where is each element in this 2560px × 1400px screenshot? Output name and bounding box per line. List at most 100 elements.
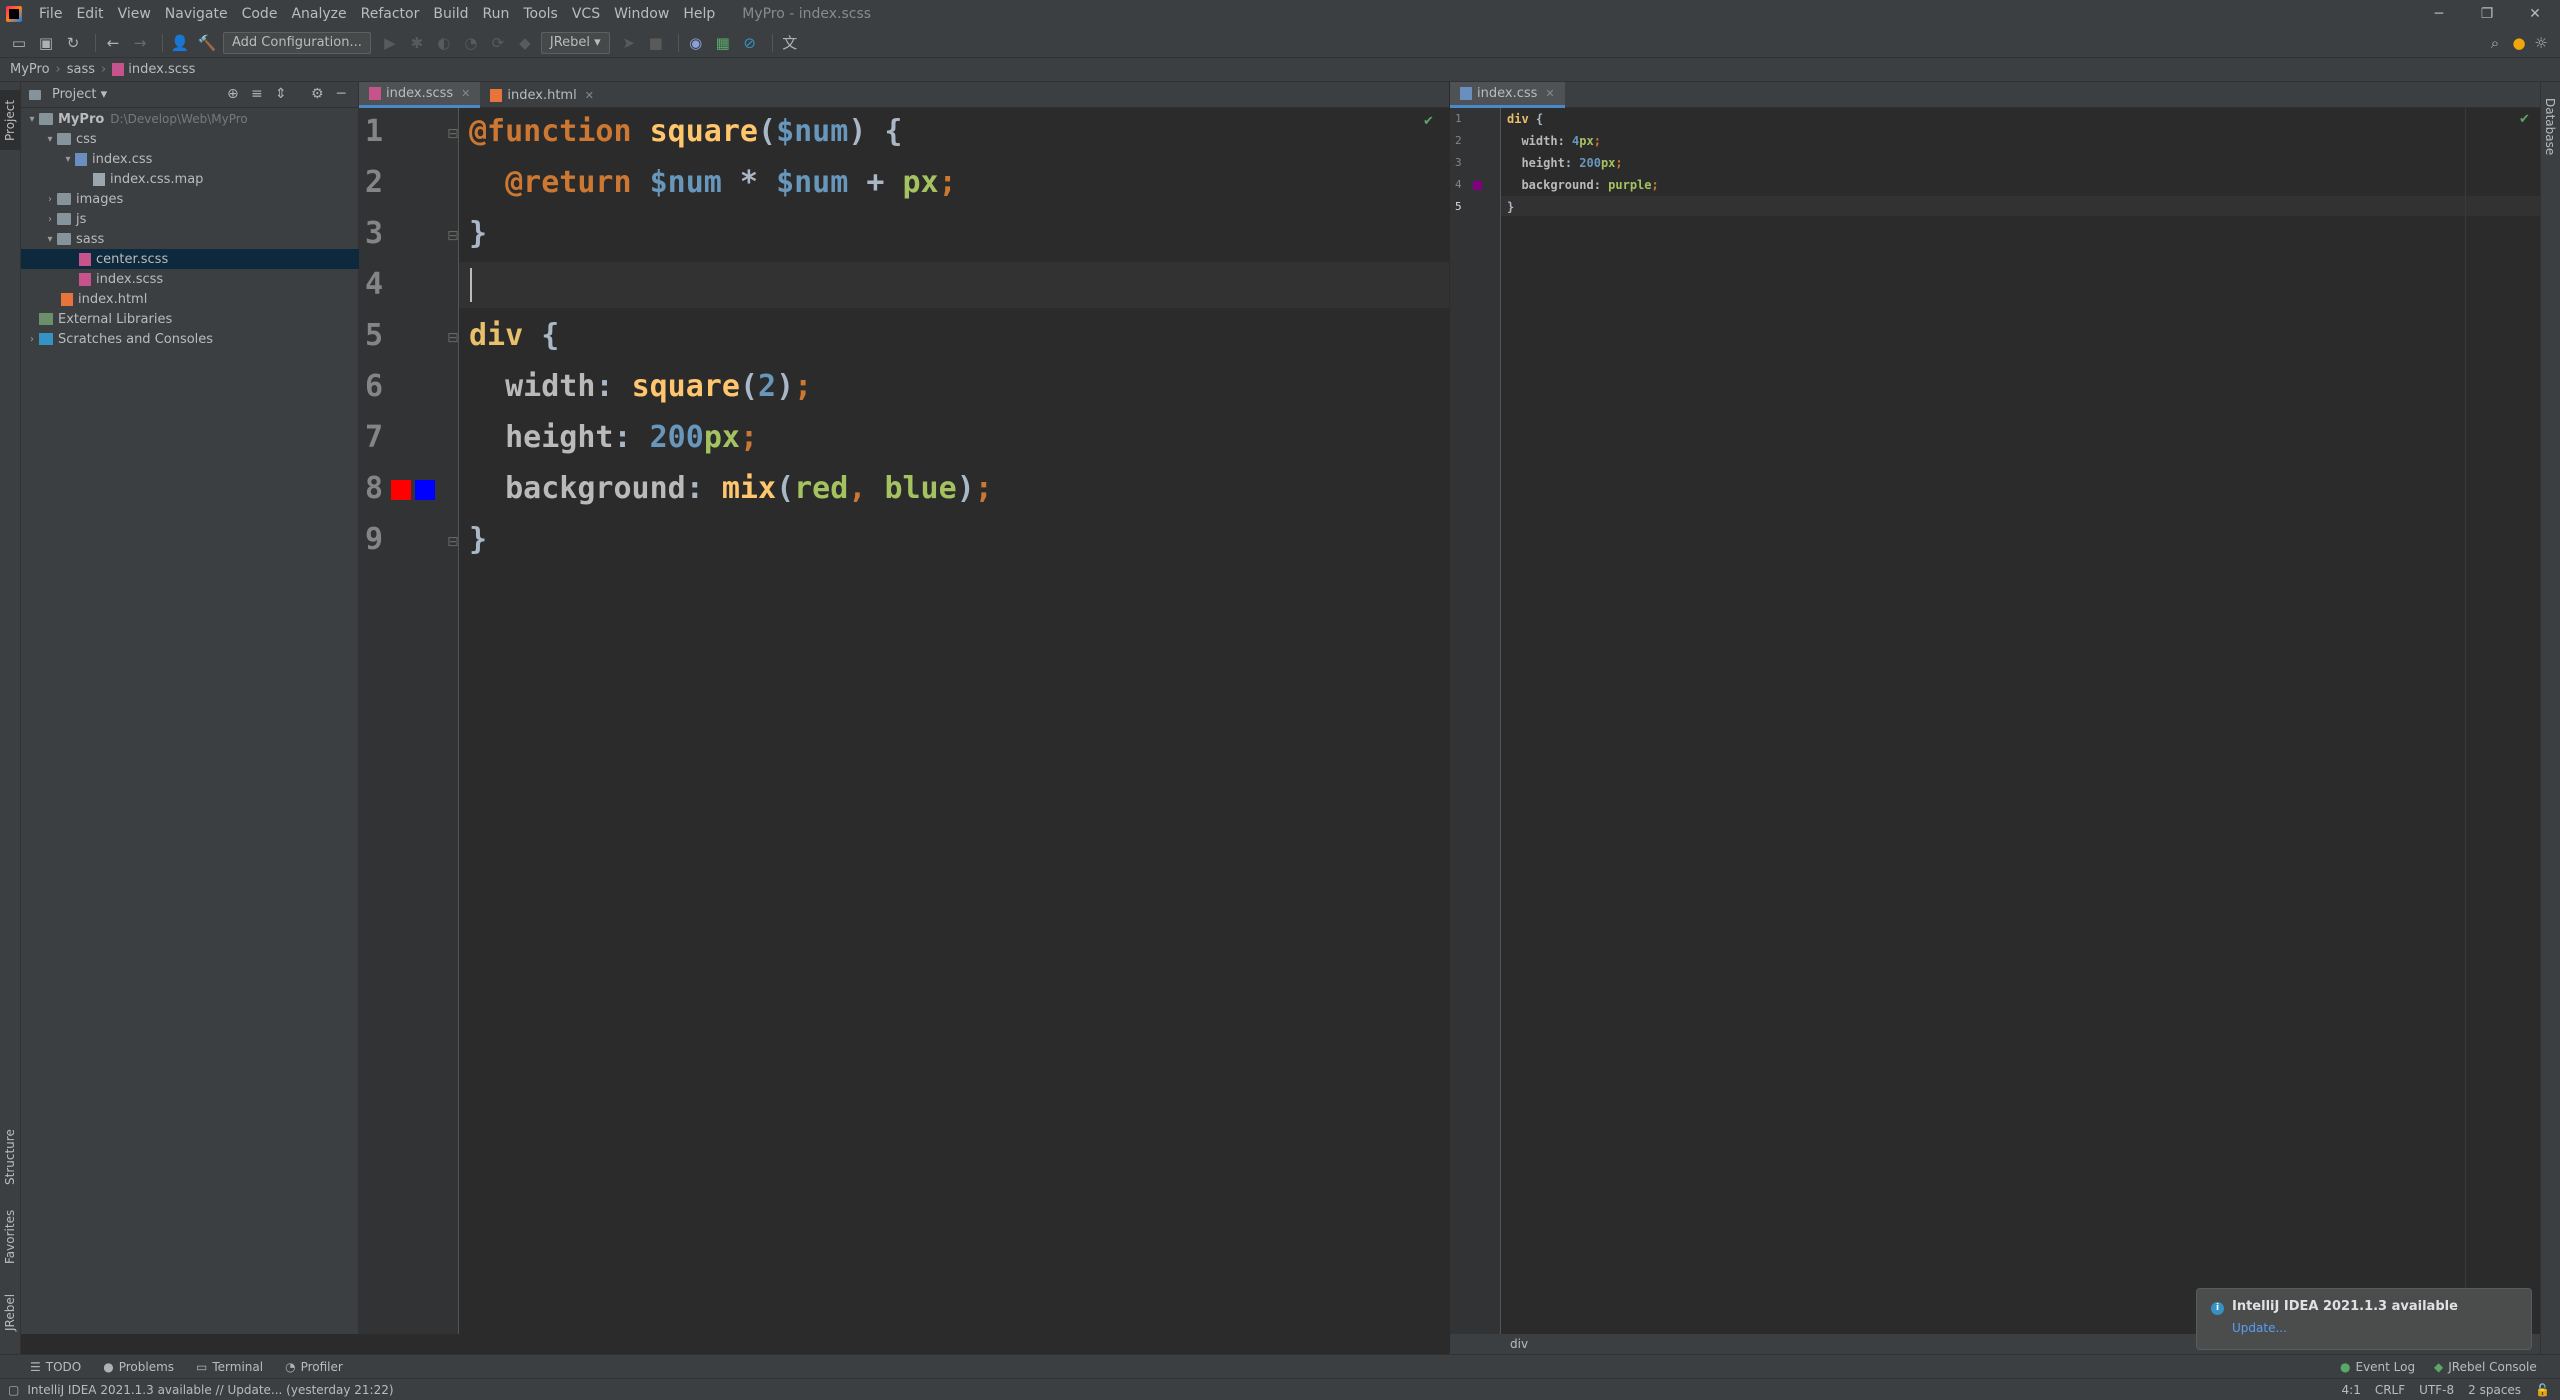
scss-editor[interactable]: ✔ 1 2 3 4 5 6 7 8 9 ⊟ ⊟ ⊟ ⊟ @function sq… xyxy=(359,108,1449,1334)
event-log-button[interactable]: ● Event Log xyxy=(2340,1360,2415,1374)
forward-arrow-icon[interactable]: → xyxy=(129,32,151,54)
menu-vcs[interactable]: VCS xyxy=(565,0,607,28)
tree-item-js[interactable]: › js xyxy=(21,209,359,229)
menu-tools[interactable]: Tools xyxy=(516,0,565,28)
chevron-right-icon[interactable]: › xyxy=(43,194,57,205)
terminal-tool-button[interactable]: ▭ Terminal xyxy=(196,1360,263,1374)
tree-item-index-css[interactable]: ▾ index.css xyxy=(21,149,359,169)
menu-refactor[interactable]: Refactor xyxy=(354,0,427,28)
problems-tool-button[interactable]: ● Problems xyxy=(103,1360,174,1374)
menu-view[interactable]: View xyxy=(111,0,158,28)
menu-file[interactable]: File xyxy=(32,0,69,28)
jrebel-tool-tab[interactable]: JRebel xyxy=(0,1282,21,1342)
menu-navigate[interactable]: Navigate xyxy=(158,0,235,28)
menu-edit[interactable]: Edit xyxy=(69,0,110,28)
ide-features-icon[interactable]: ☼ xyxy=(2530,32,2552,54)
menu-code[interactable]: Code xyxy=(235,0,285,28)
menu-run[interactable]: Run xyxy=(476,0,517,28)
chevron-right-icon[interactable]: › xyxy=(25,334,39,345)
css-editor[interactable]: ✔ 1 2 3 4 5 div { width: 4px; height: 20… xyxy=(1450,108,2541,1334)
fold-marker-icon[interactable]: ⊟ xyxy=(447,228,459,244)
tree-item-center-scss[interactable]: center.scss xyxy=(21,249,359,269)
tree-item-mypro[interactable]: ▾ MyPro D:\Develop\Web\MyPro xyxy=(21,109,359,129)
vcs-user-icon[interactable]: 👤 xyxy=(169,32,191,54)
breadcrumb-folder[interactable]: sass xyxy=(67,62,95,77)
update-badge-icon[interactable]: ● xyxy=(2508,32,2530,54)
no-problems-check-icon[interactable]: ✔ xyxy=(2519,112,2530,127)
favorites-tool-tab[interactable]: Favorites xyxy=(0,1202,21,1272)
collapse-all-icon[interactable]: ⇕ xyxy=(275,86,287,102)
back-arrow-icon[interactable]: ← xyxy=(102,32,124,54)
fold-marker-icon[interactable]: ⊟ xyxy=(447,126,459,142)
chevron-right-icon[interactable]: › xyxy=(43,214,57,225)
profile-icon[interactable]: ◔ xyxy=(460,32,482,54)
menu-help[interactable]: Help xyxy=(676,0,722,28)
tree-item-sass[interactable]: ▾ sass xyxy=(21,229,359,249)
update-link[interactable]: Update... xyxy=(2232,1321,2517,1335)
close-tab-icon[interactable]: ✕ xyxy=(461,87,470,100)
rerun-icon[interactable]: ⟳ xyxy=(487,32,509,54)
tree-item-external-libraries[interactable]: External Libraries xyxy=(21,309,359,329)
chevron-down-icon[interactable]: ▾ xyxy=(43,234,57,245)
status-message[interactable]: IntelliJ IDEA 2021.1.3 available // Upda… xyxy=(27,1383,393,1397)
close-tab-icon[interactable]: ✕ xyxy=(1545,87,1554,100)
tab-index-scss[interactable]: index.scss ✕ xyxy=(359,82,481,108)
profiler-tool-button[interactable]: ◔ Profiler xyxy=(285,1360,343,1374)
tab-index-html[interactable]: index.html ✕ xyxy=(480,82,604,108)
chevron-down-icon[interactable]: ▾ xyxy=(61,154,75,165)
tree-item-index-scss[interactable]: index.scss xyxy=(21,269,359,289)
lock-icon[interactable]: 🔓 xyxy=(2535,1383,2550,1397)
jrebel-dropdown[interactable]: JRebel ▾ xyxy=(540,31,610,54)
database-tool-tab[interactable]: Database xyxy=(2541,92,2560,162)
status-window-icon[interactable]: ▢ xyxy=(8,1383,19,1397)
tree-item-scratches[interactable]: › Scratches and Consoles xyxy=(21,329,359,349)
expand-all-icon[interactable]: ≡ xyxy=(251,86,263,102)
restore-icon[interactable]: ❐ xyxy=(2464,0,2510,28)
menu-build[interactable]: Build xyxy=(426,0,475,28)
gear-icon[interactable]: ⚙ xyxy=(311,86,324,102)
line-separator[interactable]: CRLF xyxy=(2375,1383,2405,1397)
run-icon[interactable]: ▶ xyxy=(379,32,401,54)
open-folder-icon[interactable]: ▭ xyxy=(8,32,30,54)
file-encoding[interactable]: UTF-8 xyxy=(2419,1383,2454,1397)
indent-setting[interactable]: 2 spaces xyxy=(2468,1383,2521,1397)
add-configuration-button[interactable]: Add Configuration... xyxy=(223,31,371,54)
project-tool-tab[interactable]: Project xyxy=(0,90,21,150)
red-color-swatch[interactable] xyxy=(391,480,411,500)
fold-marker-icon[interactable]: ⊟ xyxy=(447,330,459,346)
stop-icon[interactable]: ■ xyxy=(645,32,667,54)
structure-tool-tab[interactable]: Structure xyxy=(0,1122,21,1192)
caret-position[interactable]: 4:1 xyxy=(2342,1383,2361,1397)
jrebel-rocket-icon[interactable]: ➤ xyxy=(618,32,640,54)
close-tab-icon[interactable]: ✕ xyxy=(585,89,594,102)
chevron-down-icon[interactable]: ▾ xyxy=(25,114,39,125)
todo-tool-button[interactable]: ☰ TODO xyxy=(30,1360,81,1374)
tree-item-index-html[interactable]: index.html xyxy=(21,289,359,309)
search-everywhere-icon[interactable]: ⌕ xyxy=(2484,32,2506,54)
hide-panel-icon[interactable]: ─ xyxy=(337,86,345,102)
jrebel-console-button[interactable]: ◆ JRebel Console xyxy=(2434,1360,2537,1374)
tree-item-images[interactable]: › images xyxy=(21,189,359,209)
project-view-selector[interactable]: Project ▾ xyxy=(52,87,107,102)
sync-icon[interactable]: ↻ xyxy=(62,32,84,54)
globe-icon[interactable]: ◉ xyxy=(685,32,707,54)
jrebel-run-icon[interactable]: ◆ xyxy=(514,32,536,54)
debug-icon[interactable]: ✱ xyxy=(406,32,428,54)
coverage-icon[interactable]: ◐ xyxy=(433,32,455,54)
no-entry-icon[interactable]: ⊘ xyxy=(739,32,761,54)
tab-index-css[interactable]: index.css ✕ xyxy=(1450,82,1565,108)
tree-item-css[interactable]: ▾ css xyxy=(21,129,359,149)
no-problems-check-icon[interactable]: ✔ xyxy=(1423,114,1434,129)
breadcrumb-project[interactable]: MyPro xyxy=(10,62,50,77)
menu-analyze[interactable]: Analyze xyxy=(284,0,353,28)
build-hammer-icon[interactable]: 🔨 xyxy=(196,32,218,54)
close-icon[interactable]: ✕ xyxy=(2512,0,2558,28)
translate-icon[interactable]: 文 xyxy=(779,32,801,54)
purple-color-swatch[interactable] xyxy=(1473,181,1482,190)
blue-color-swatch[interactable] xyxy=(415,480,435,500)
minimize-icon[interactable]: ─ xyxy=(2416,0,2462,28)
save-all-icon[interactable]: ▣ xyxy=(35,32,57,54)
chevron-down-icon[interactable]: ▾ xyxy=(43,134,57,145)
locate-file-icon[interactable]: ⊕ xyxy=(227,86,239,102)
chart-icon[interactable]: ▦ xyxy=(712,32,734,54)
